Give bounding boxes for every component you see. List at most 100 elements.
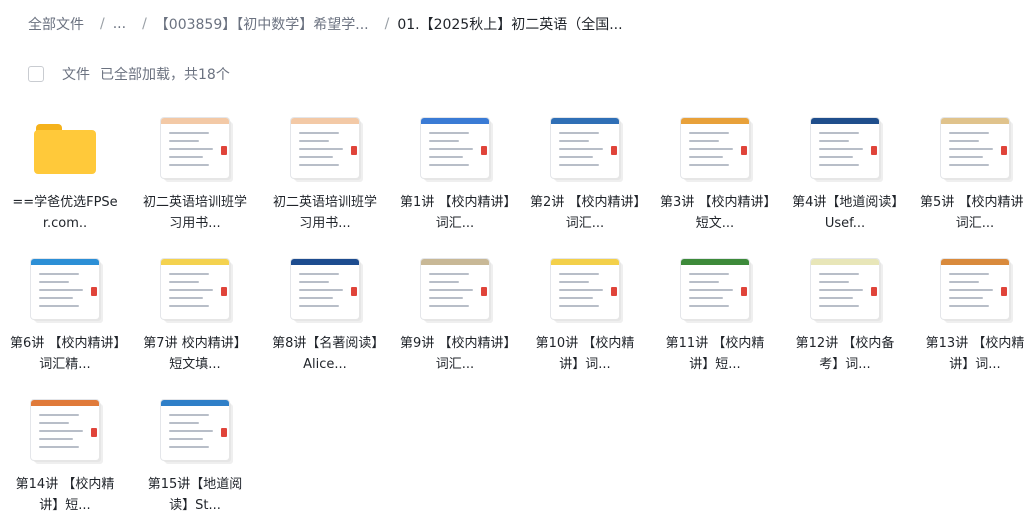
pdf-thumbnail [31, 400, 99, 460]
file-item[interactable]: 第7讲 校内精讲】短文填... [130, 245, 260, 386]
pdf-thumbnail [551, 118, 619, 178]
file-name: 第7讲 校内精讲】短文填... [143, 336, 247, 372]
thumbnail-area [520, 112, 650, 184]
pdf-badge-icon [91, 428, 97, 437]
pdf-thumbnail [161, 259, 229, 319]
file-item[interactable]: 第9讲 【校内精讲】词汇... [390, 245, 520, 386]
pdf-badge-icon [91, 287, 97, 296]
file-name: 初二英语培训班学习用书... [272, 195, 377, 231]
file-item[interactable]: 初二英语培训班学习用书... [130, 104, 260, 245]
thumbnail-area [260, 112, 390, 184]
pdf-badge-icon [351, 146, 357, 155]
pdf-badge-icon [351, 287, 357, 296]
file-name: 第9讲 【校内精讲】词汇... [400, 336, 510, 372]
file-item[interactable]: 第5讲 【校内精讲】词汇... [910, 104, 1024, 245]
file-column-label: 文件 [62, 67, 90, 83]
thumbnail-area [780, 112, 910, 184]
pdf-badge-icon [221, 287, 227, 296]
breadcrumb-root[interactable]: 全部文件 [28, 14, 84, 34]
file-item[interactable]: 第2讲 【校内精讲】词汇... [520, 104, 650, 245]
pdf-thumbnail [941, 259, 1009, 319]
file-name: 第13讲 【校内精讲】词... [925, 336, 1024, 372]
pdf-thumbnail [551, 259, 619, 319]
pdf-thumbnail [291, 259, 359, 319]
folder-item[interactable]: ==学爸优选FPSer.com.. [0, 104, 130, 245]
pdf-thumbnail [811, 259, 879, 319]
thumbnail-area [130, 253, 260, 325]
file-item[interactable]: 第8讲【名著阅读】Alice... [260, 245, 390, 386]
pdf-thumbnail [161, 400, 229, 460]
file-name: 第3讲 【校内精讲】短文... [660, 195, 770, 231]
file-name: 第14讲 【校内精讲】短... [15, 477, 115, 513]
pdf-thumbnail [681, 118, 749, 178]
file-item[interactable]: 第14讲 【校内精讲】短... [0, 386, 130, 527]
pdf-thumbnail [291, 118, 359, 178]
breadcrumb-ellipsis[interactable]: ... [113, 16, 126, 32]
breadcrumb-parent[interactable]: 【003859】【初中数学】希望学... [155, 14, 369, 34]
file-name: ==学爸优选FPSer.com.. [12, 195, 118, 231]
file-item[interactable]: 第11讲 【校内精讲】短... [650, 245, 780, 386]
pdf-badge-icon [1001, 146, 1007, 155]
thumbnail-area [650, 253, 780, 325]
thumbnail-area [0, 112, 130, 184]
breadcrumb: 全部文件 / ... / 【003859】【初中数学】希望学... / 01.【… [28, 12, 623, 36]
thumbnail-area [650, 112, 780, 184]
pdf-badge-icon [481, 146, 487, 155]
breadcrumb-separator: / [384, 16, 390, 32]
pdf-badge-icon [481, 287, 487, 296]
thumbnail-area [520, 253, 650, 325]
thumbnail-area [0, 253, 130, 325]
file-item[interactable]: 初二英语培训班学习用书... [260, 104, 390, 245]
file-name: 第4讲【地道阅读】Usef... [792, 195, 898, 231]
breadcrumb-current: 01.【2025秋上】初二英语（全国... [397, 17, 623, 33]
pdf-thumbnail [941, 118, 1009, 178]
file-name: 第11讲 【校内精讲】短... [665, 336, 765, 372]
thumbnail-area [780, 253, 910, 325]
file-name: 初二英语培训班学习用书... [142, 195, 247, 231]
pdf-thumbnail [31, 259, 99, 319]
file-item[interactable]: 第10讲 【校内精讲】词... [520, 245, 650, 386]
pdf-badge-icon [221, 428, 227, 437]
file-name: 第10讲 【校内精讲】词... [535, 336, 635, 372]
thumbnail-area [130, 112, 260, 184]
pdf-badge-icon [741, 287, 747, 296]
file-name: 第2讲 【校内精讲】词汇... [530, 195, 640, 231]
thumbnail-area [910, 253, 1024, 325]
thumbnail-area [910, 112, 1024, 184]
file-item[interactable]: 第4讲【地道阅读】Usef... [780, 104, 910, 245]
file-item[interactable]: 第13讲 【校内精讲】词... [910, 245, 1024, 386]
file-name: 第6讲 【校内精讲】词汇精... [10, 336, 120, 372]
file-name: 第8讲【名著阅读】Alice... [272, 336, 378, 372]
select-all-checkbox[interactable] [28, 66, 44, 82]
file-grid: ==学爸优选FPSer.com.. 初二英语培训班学习用书... 初二英语培训班学习… [0, 104, 1024, 527]
pdf-thumbnail [421, 118, 489, 178]
thumbnail-area [0, 394, 130, 466]
file-item[interactable]: 第6讲 【校内精讲】词汇精... [0, 245, 130, 386]
pdf-thumbnail [421, 259, 489, 319]
file-list-toolbar: 文件 已全部加载，共18个 [28, 62, 230, 86]
breadcrumb-separator: / [142, 16, 147, 32]
file-name: 第1讲 【校内精讲】词汇... [400, 195, 510, 231]
pdf-badge-icon [611, 287, 617, 296]
file-name: 第15讲【地道阅读】St... [147, 477, 243, 513]
pdf-badge-icon [871, 287, 877, 296]
file-name: 第12讲 【校内备考】词... [795, 336, 895, 372]
thumbnail-area [130, 394, 260, 466]
pdf-thumbnail [161, 118, 229, 178]
thumbnail-area [260, 253, 390, 325]
file-item[interactable]: 第3讲 【校内精讲】短文... [650, 104, 780, 245]
pdf-badge-icon [221, 146, 227, 155]
file-item[interactable]: 第15讲【地道阅读】St... [130, 386, 260, 527]
pdf-badge-icon [611, 146, 617, 155]
pdf-badge-icon [871, 146, 877, 155]
thumbnail-area [390, 112, 520, 184]
file-item[interactable]: 第1讲 【校内精讲】词汇... [390, 104, 520, 245]
breadcrumb-separator: / [100, 16, 105, 32]
file-item[interactable]: 第12讲 【校内备考】词... [780, 245, 910, 386]
pdf-thumbnail [811, 118, 879, 178]
thumbnail-area [390, 253, 520, 325]
folder-icon [34, 120, 96, 176]
pdf-badge-icon [1001, 287, 1007, 296]
pdf-badge-icon [741, 146, 747, 155]
load-status: 已全部加载，共18个 [100, 67, 230, 83]
